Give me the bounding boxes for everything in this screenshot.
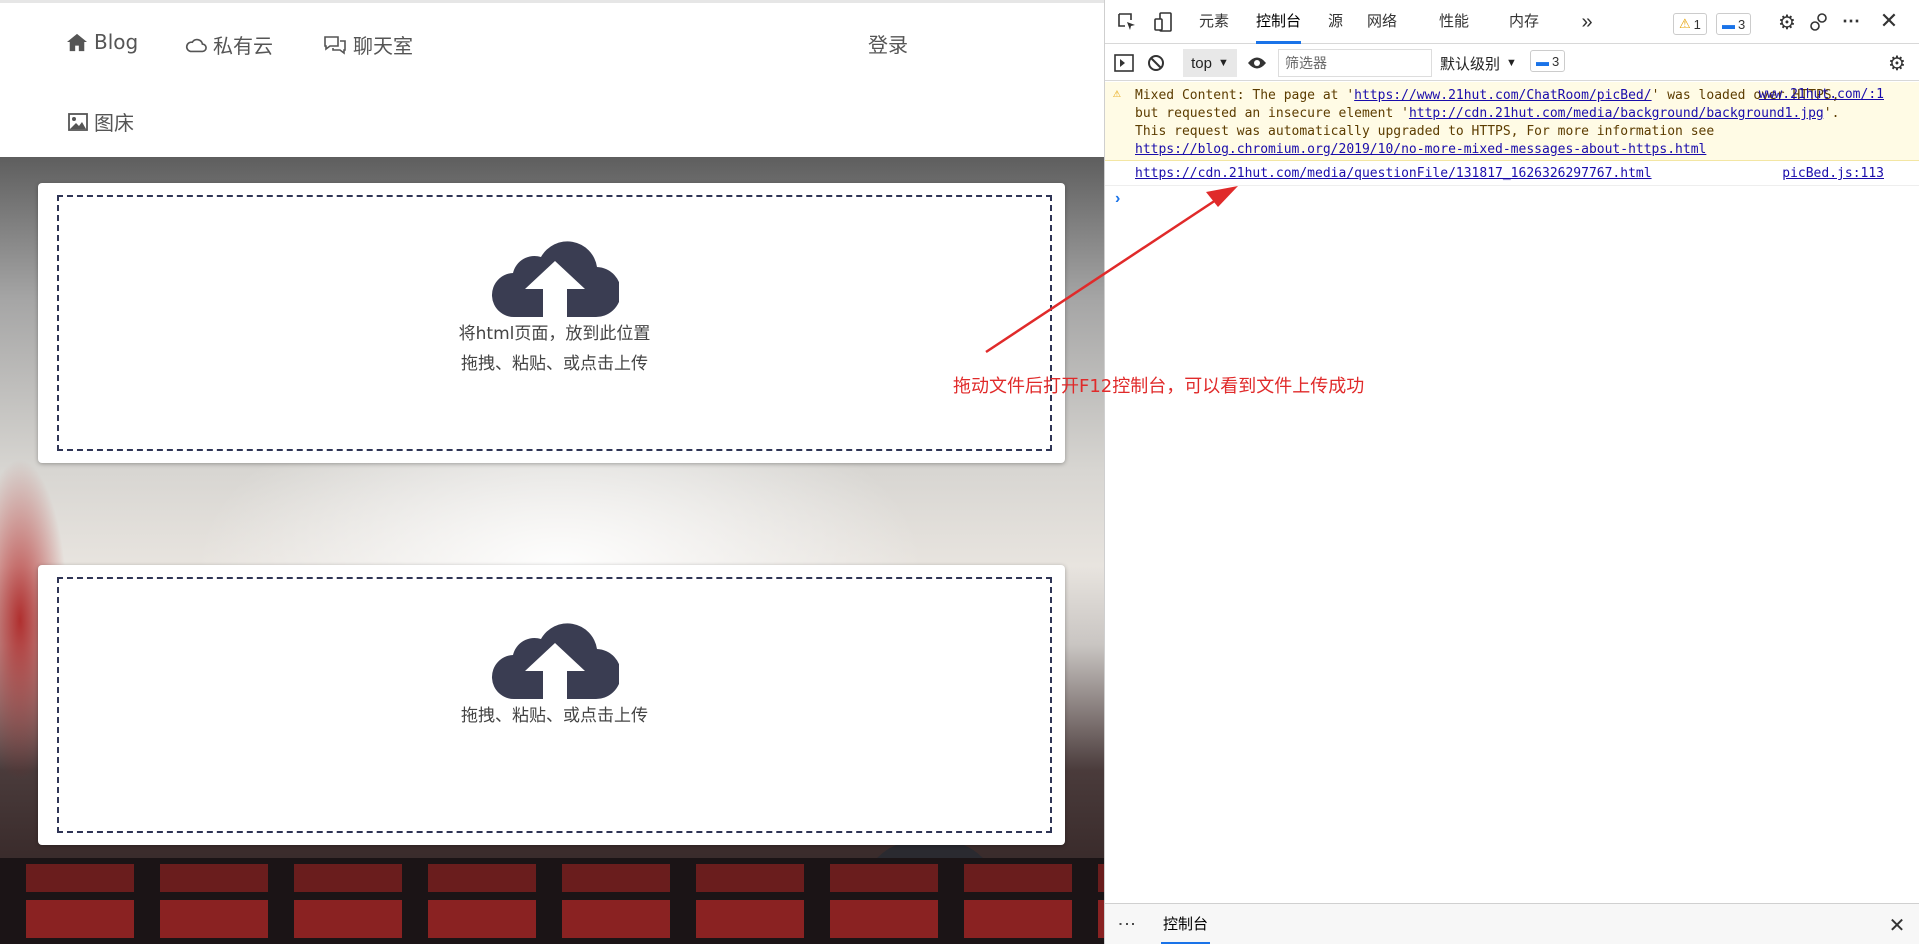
console-warning-message: ⚠ Mixed Content: The page at 'https://ww… [1105, 82, 1919, 161]
warning-blog-link[interactable]: https://blog.chromium.org/2019/10/no-mor… [1135, 142, 1706, 157]
nav-chat-label: 聊天室 [353, 34, 413, 58]
context-select-value: top [1191, 54, 1212, 72]
warning-triangle-icon: ⚠ [1113, 86, 1121, 101]
messages-badge[interactable]: ▬ 3 [1716, 13, 1752, 35]
log-levels-dropdown[interactable]: 默认级别 ▼ [1440, 49, 1517, 77]
dropzone-hint-upload: 拖拽、粘贴、或点击上传 [461, 354, 648, 374]
nav-blog-label: Blog [94, 30, 139, 54]
customize-icon[interactable] [1807, 11, 1831, 33]
cloud-upload-icon [491, 623, 619, 700]
dropzone-hint-upload: 拖拽、粘贴、或点击上传 [461, 706, 648, 726]
nav-cloud-label: 私有云 [213, 34, 273, 58]
nav-blog[interactable]: Blog [66, 30, 138, 54]
nav-picbed-label: 图床 [94, 111, 134, 135]
console-toolbar: top ▼ 筛选器 默认级别 ▼ ▬ 3 ⚙ [1105, 45, 1919, 81]
log-url-link[interactable]: https://cdn.21hut.com/media/questionFile… [1135, 166, 1652, 181]
settings-gear-icon[interactable]: ⚙ [1775, 11, 1799, 34]
live-expression-eye-icon[interactable] [1245, 52, 1269, 74]
devtools-tabbar: 元素 控制台 源 网络 性能 内存 » ⚠ 1 ▬ 3 ⚙ ⋯ ✕ [1105, 0, 1919, 44]
console-log-message: https://cdn.21hut.com/media/questionFile… [1105, 162, 1919, 186]
warnings-badge[interactable]: ⚠ 1 [1673, 13, 1707, 35]
nav-picbed[interactable]: 图床 [68, 107, 134, 136]
warning-count: 1 [1693, 16, 1701, 32]
devtools-panel: 元素 控制台 源 网络 性能 内存 » ⚠ 1 ▬ 3 ⚙ ⋯ ✕ top ▼ [1104, 0, 1919, 944]
file-dropzone[interactable]: 拖拽、粘贴、或点击上传 [57, 577, 1052, 833]
log-source-link[interactable]: picBed.js:113 [1782, 166, 1884, 181]
tab-sources[interactable]: 源 [1328, 0, 1343, 44]
close-devtools-icon[interactable]: ✕ [1877, 8, 1901, 33]
device-toolbar-icon[interactable] [1151, 11, 1175, 33]
home-icon [67, 33, 87, 52]
upload-card-file: 拖拽、粘贴、或点击上传 [38, 565, 1065, 845]
warning-prefix: Mixed Content: The page at ' [1135, 88, 1355, 103]
drawer-tab-console[interactable]: 控制台 [1161, 904, 1211, 944]
tab-network[interactable]: 网络 [1367, 0, 1397, 44]
chevron-down-icon: ▼ [1506, 57, 1517, 69]
log-levels-label: 默认级别 [1440, 55, 1501, 73]
top-navbar: Blog 私有云 聊天室 登录 图床 [0, 0, 1104, 157]
clear-console-icon[interactable] [1145, 52, 1167, 74]
upload-card-html: 将html页面，放到此位置 拖拽、粘贴、或点击上传 [38, 183, 1065, 463]
console-prompt[interactable]: › [1115, 190, 1120, 208]
annotation-text: 拖动文件后打开F12控制台，可以看到文件上传成功 [953, 376, 1365, 397]
message-icon: ▬ [1722, 16, 1735, 32]
chevron-down-icon: ▼ [1217, 57, 1229, 69]
chat-icon [324, 35, 346, 55]
web-page: Blog 私有云 聊天室 登录 图床 将html页面，放到此位置 拖拽、粘贴、或… [0, 0, 1104, 944]
drawer-more-icon[interactable]: ⋮ [1115, 912, 1139, 936]
nav-private-cloud[interactable]: 私有云 [185, 30, 273, 59]
message-icon: ▬ [1536, 53, 1549, 69]
filter-input[interactable]: 筛选器 [1278, 49, 1432, 77]
image-icon [68, 112, 88, 131]
tab-performance[interactable]: 性能 [1439, 0, 1469, 44]
console-settings-gear-icon[interactable]: ⚙ [1885, 51, 1909, 75]
inspect-element-icon[interactable] [1115, 11, 1139, 33]
context-select[interactable]: top ▼ [1183, 49, 1237, 77]
more-options-icon[interactable]: ⋯ [1839, 9, 1863, 33]
nav-login[interactable]: 登录 [868, 29, 908, 58]
warning-source-link[interactable]: www.21hut.com/:1 [1759, 87, 1884, 102]
nav-chatroom[interactable]: 聊天室 [323, 30, 413, 59]
warning-icon: ⚠ [1679, 16, 1691, 31]
nav-login-label: 登录 [868, 33, 908, 57]
more-tabs-chevron-icon[interactable]: » [1575, 10, 1599, 34]
cloud-icon [185, 38, 207, 52]
issues-count: 3 [1552, 53, 1560, 69]
background-railing [0, 858, 1104, 944]
cloud-upload-icon [491, 241, 619, 318]
dropzone-hint-html: 将html页面，放到此位置 [458, 324, 651, 344]
close-drawer-icon[interactable]: ✕ [1885, 913, 1909, 937]
tab-elements[interactable]: 元素 [1199, 0, 1229, 44]
tab-console[interactable]: 控制台 [1256, 0, 1302, 44]
sidebar-toggle-icon[interactable] [1113, 52, 1135, 74]
issues-badge[interactable]: ▬ 3 [1530, 50, 1566, 72]
filter-placeholder: 筛选器 [1285, 55, 1327, 71]
tab-memory[interactable]: 内存 [1509, 0, 1539, 44]
warning-page-link[interactable]: https://www.21hut.com/ChatRoom/picBed/ [1354, 88, 1651, 103]
message-count: 3 [1738, 16, 1746, 32]
html-dropzone[interactable]: 将html页面，放到此位置 拖拽、粘贴、或点击上传 [57, 195, 1052, 451]
devtools-drawer: ⋮ 控制台 ✕ [1105, 903, 1919, 944]
warning-resource-link[interactable]: http://cdn.21hut.com/media/background/ba… [1409, 106, 1824, 121]
